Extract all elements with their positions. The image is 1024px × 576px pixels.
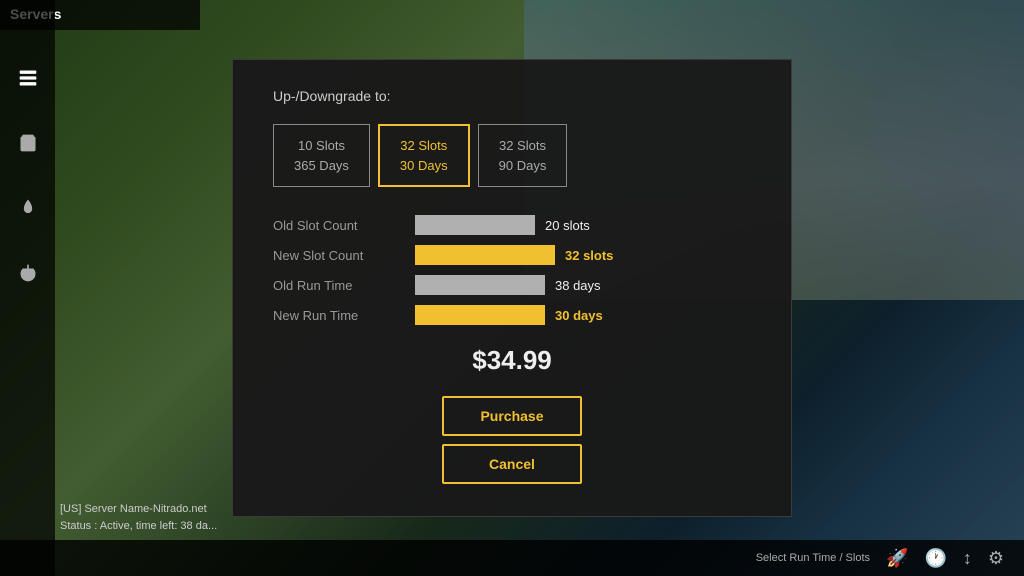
new-slot-bar: 32 slots	[415, 245, 613, 265]
old-slot-value: 20 slots	[545, 218, 590, 233]
old-run-bar: 38 days	[415, 275, 601, 295]
new-run-time-row: New Run Time 30 days	[273, 305, 751, 325]
old-run-value: 38 days	[555, 278, 601, 293]
new-run-bar-fill	[415, 305, 545, 325]
new-run-time-label: New Run Time	[273, 308, 403, 323]
price-section: $34.99	[273, 345, 751, 376]
new-run-bar: 30 days	[415, 305, 603, 325]
new-slot-bar-fill	[415, 245, 555, 265]
slot-option-2[interactable]: 32 Slots 30 Days	[378, 124, 470, 187]
old-slot-bar: 20 slots	[415, 215, 590, 235]
old-slot-count-row: Old Slot Count 20 slots	[273, 215, 751, 235]
old-run-time-row: Old Run Time 38 days	[273, 275, 751, 295]
new-slot-count-label: New Slot Count	[273, 248, 403, 263]
slot-option-3[interactable]: 32 Slots 90 Days	[478, 124, 568, 187]
old-run-time-label: Old Run Time	[273, 278, 403, 293]
info-section: Old Slot Count 20 slots New Slot Count 3…	[273, 215, 751, 325]
modal-title: Up-/Downgrade to:	[273, 88, 751, 104]
action-buttons: Purchase Cancel	[273, 396, 751, 484]
slot-option-1[interactable]: 10 Slots 365 Days	[273, 124, 370, 187]
new-run-value: 30 days	[555, 308, 603, 323]
upgrade-downgrade-modal: Up-/Downgrade to: 10 Slots 365 Days 32 S…	[232, 59, 792, 517]
purchase-button[interactable]: Purchase	[442, 396, 582, 436]
modal-backdrop: Up-/Downgrade to: 10 Slots 365 Days 32 S…	[0, 0, 1024, 576]
old-run-bar-fill	[415, 275, 545, 295]
new-slot-value: 32 slots	[565, 248, 613, 263]
old-slot-count-label: Old Slot Count	[273, 218, 403, 233]
cancel-button[interactable]: Cancel	[442, 444, 582, 484]
price-value: $34.99	[472, 345, 552, 375]
old-slot-bar-fill	[415, 215, 535, 235]
slot-options: 10 Slots 365 Days 32 Slots 30 Days 32 Sl…	[273, 124, 751, 187]
new-slot-count-row: New Slot Count 32 slots	[273, 245, 751, 265]
